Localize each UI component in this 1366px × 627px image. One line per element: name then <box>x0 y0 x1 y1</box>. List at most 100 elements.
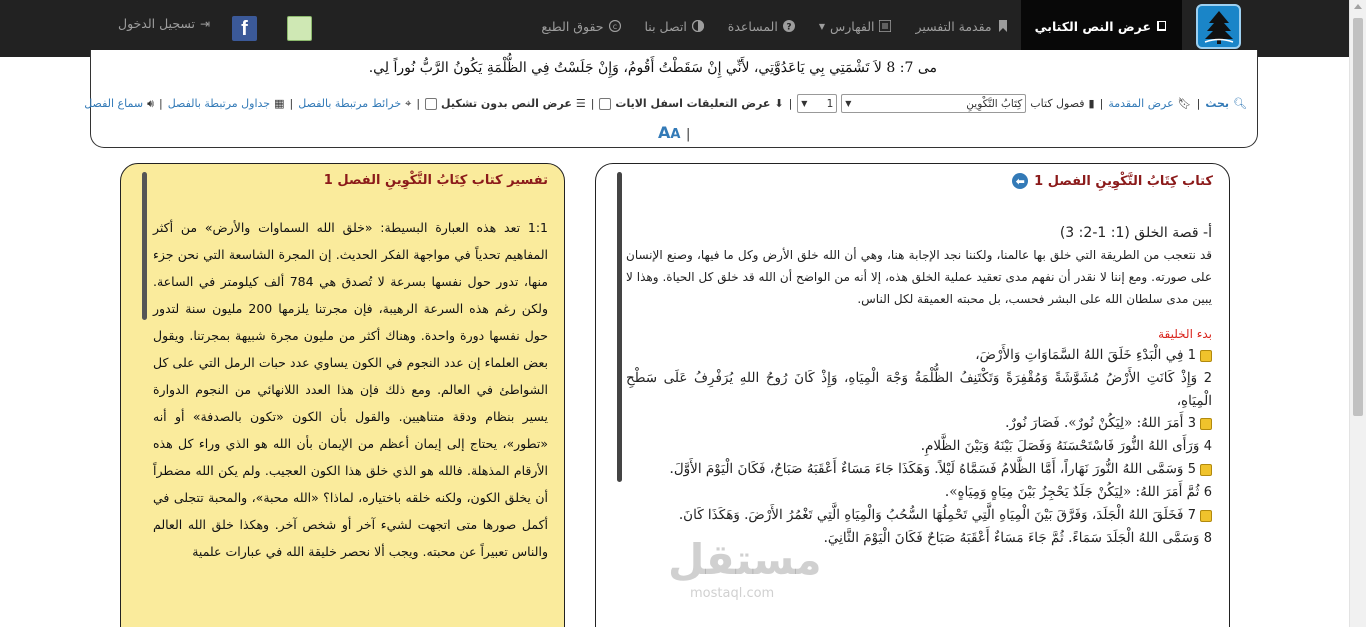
caret-down-icon: ▼ <box>818 21 825 31</box>
note-icon[interactable] <box>1200 417 1212 430</box>
chapter-title: كتاب كِتَابُ التَّكْوِينِ الفصل 1 ⬅ <box>1012 173 1213 189</box>
table-icon: ▦ <box>274 97 285 110</box>
note-icon[interactable] <box>1200 509 1212 522</box>
login-link[interactable]: ⇥ تسجيل الدخول <box>118 16 210 31</box>
verse: 6 ثُمَّ أَمَرَ اللهُ: «لِيَكُنْ جَلَدٌ ي… <box>626 481 1212 504</box>
verse-text: وَسَمَّى اللهُ النُّورَ نَهَاراً، أَمَّا… <box>669 461 1184 477</box>
verse-text: فَخَلَقَ اللهُ الْجَلَدَ، وَفَرَّقَ بَيْ… <box>678 507 1184 523</box>
download-icon: ⬇ <box>774 97 784 110</box>
book-select-value: كِتَابُ التَّكْوِينِ <box>966 97 1023 110</box>
no-tashkeel-checkbox[interactable] <box>425 97 438 110</box>
search-icon: 🔍︎ <box>1233 97 1247 110</box>
nav-indexes[interactable]: الفهارس ▼ <box>807 0 904 52</box>
verse-number: 8 <box>1203 531 1212 546</box>
verse: 5 وَسَمَّى اللهُ النُّورَ نَهَاراً، أَمَ… <box>626 458 1212 481</box>
app-store-icon[interactable] <box>287 16 312 41</box>
nav-label: المساعدة <box>727 18 778 34</box>
notes-checkbox[interactable] <box>599 97 612 110</box>
intro-link[interactable]: عرض المقدمة <box>1108 97 1173 110</box>
search-link[interactable]: بحث <box>1205 97 1229 110</box>
site-logo[interactable] <box>1196 4 1241 49</box>
sign-in-icon: ⇥ <box>200 16 211 31</box>
chevron-down-icon: ▼ <box>845 99 852 108</box>
facebook-letter: f <box>241 18 248 40</box>
chapter-select-value: 1 <box>826 97 834 110</box>
section-subtitle: بدء الخليقة <box>1158 327 1212 341</box>
verse: 7 فَخَلَقَ اللهُ الْجَلَدَ، وَفَرَّقَ بَ… <box>626 504 1212 527</box>
verse-number: 3 <box>1187 416 1196 431</box>
book-select[interactable]: كِتَابُ التَّكْوِينِ ▼ <box>841 94 1027 113</box>
watermark-url: mostaql.com <box>690 586 775 601</box>
chapters-label: فصول كتاب <box>1030 97 1085 110</box>
volume-icon: 🔊︎ <box>147 96 154 110</box>
panel-scroll-indicator[interactable] <box>142 172 147 320</box>
chapter-select[interactable]: 1 ▼ <box>797 94 838 113</box>
tables-link[interactable]: جداول مرتبطة بالفصل <box>168 97 270 110</box>
chapter-body: أ- قصة الخلق (1: 1-2: 3) قد نتعجب من الط… <box>626 222 1212 550</box>
font-size-small[interactable]: A <box>670 127 680 142</box>
verse-number: 5 <box>1187 462 1196 477</box>
verse-number: 6 <box>1203 485 1212 500</box>
commentary-panel: تفسير كتاب كِتَابُ التَّكْوِينِ الفصل 1 … <box>120 163 565 627</box>
svg-text:c: c <box>612 22 616 31</box>
copyright-icon: c <box>608 20 621 32</box>
bookmark-icon <box>998 20 1007 32</box>
verse-number: 1 <box>1187 348 1196 363</box>
verse-number: 4 <box>1203 439 1212 454</box>
nav-contact[interactable]: اتصل بنا <box>633 0 716 52</box>
scroll-up-icon[interactable] <box>1354 4 1362 9</box>
verse-of-day-panel: مى 7: 8 لاَ تَشْمَتِي بِي يَاعَدُوَّتِي،… <box>84 50 1258 148</box>
verse-of-day: مى 7: 8 لاَ تَشْمَتِي بِي يَاعَدُوَّتِي،… <box>368 60 937 76</box>
audio-link[interactable]: سماع الفصل <box>84 97 143 110</box>
nav-label: الفهارس <box>830 18 875 34</box>
verse: 3 أَمَرَ اللهُ: «لِيَكُنْ نُورٌ». فَصَار… <box>626 412 1212 435</box>
verse-number: 7 <box>1187 508 1196 523</box>
nav-intro[interactable]: مقدمة التفسير <box>903 0 1020 52</box>
panel-scroll-indicator[interactable] <box>617 172 622 482</box>
note-icon[interactable] <box>1200 463 1212 476</box>
tree-icon <box>1204 10 1233 44</box>
map-marker-icon: ⌖ <box>405 96 412 110</box>
top-navbar: عرض النص الكتابي مقدمة التفسير الفهارس ▼… <box>0 0 1366 57</box>
verse: 2 وَإِذْ كَانَتِ الأَرْضُ مُشَوَّشَةً وَ… <box>626 367 1212 412</box>
nav-label: عرض النص الكتابي <box>1034 18 1151 34</box>
question-icon: ? <box>782 20 795 32</box>
nav-bible-text[interactable]: عرض النص الكتابي <box>1020 0 1182 52</box>
menu-icon: ☰ <box>575 97 586 110</box>
verse-number: 2 <box>1203 371 1212 386</box>
page-scrollbar[interactable] <box>1349 0 1366 627</box>
book-icon <box>1157 21 1166 31</box>
chapter-title-text: كتاب كِتَابُ التَّكْوِينِ الفصل 1 <box>1034 173 1213 189</box>
chevron-down-icon: ▼ <box>801 99 808 108</box>
chapter-toolbar: 🔍︎ بحث | 🔖︎ عرض المقدمة | ▮ فصول كتاب كِ… <box>84 94 1247 113</box>
book-icon: ▮ <box>1088 97 1095 110</box>
verse-text: ثُمَّ أَمَرَ اللهُ: «لِيَكُنْ جَلَدٌ يَح… <box>944 484 1200 500</box>
no-tashkeel-label: عرض النص بدون تشكيل <box>441 97 572 110</box>
watermark-logo: مستقل <box>668 535 822 584</box>
contrast-icon <box>691 20 704 32</box>
verse-text: وَسَمَّى اللهُ الْجَلَدَ سَمَاءً. ثُمَّ … <box>823 530 1200 546</box>
verse-text: وَإِذْ كَانَتِ الأَرْضُ مُشَوَّشَةً وَمُ… <box>626 370 1212 409</box>
verse: 1 فِي الْبَدْءِ خَلَقَ اللهُ السَّمَاوَا… <box>626 344 1212 367</box>
scrollbar-thumb[interactable] <box>1353 18 1363 416</box>
note-icon[interactable] <box>1200 349 1212 362</box>
verse: 4 وَرَأَى اللهُ النُّورَ فَاسْتَحْسَنَهُ… <box>626 435 1212 458</box>
verse-text: أَمَرَ اللهُ: «لِيَكُنْ نُورٌ». فَصَارَ … <box>1005 415 1184 431</box>
maps-link[interactable]: خرائط مرتبطة بالفصل <box>298 97 401 110</box>
list-icon <box>879 20 892 32</box>
nav-help[interactable]: ? المساعدة <box>716 0 807 52</box>
arrow-left-icon[interactable]: ⬅ <box>1012 173 1029 189</box>
font-size-large[interactable]: A <box>658 123 670 142</box>
nav-label: مقدمة التفسير <box>915 18 992 34</box>
nav-label: اتصل بنا <box>644 18 687 34</box>
nav-copyright[interactable]: c حقوق الطبع <box>529 0 632 52</box>
section-intro: قد نتعجب من الطريقة التي خلق بها عالمنا،… <box>626 248 1212 306</box>
verse-text: وَرَأَى اللهُ النُّورَ فَاسْتَحْسَنَهُ و… <box>920 438 1200 454</box>
notes-label: عرض التعليقات اسفل الايات <box>615 97 771 110</box>
verse-text: فِي الْبَدْءِ خَلَقَ اللهُ السَّمَاوَاتِ… <box>975 347 1184 363</box>
commentary-body: 1:1 تعد هذه العبارة البسيطة: «خلق الله ا… <box>153 220 548 559</box>
facebook-icon[interactable]: f <box>232 16 257 41</box>
nav-menu: عرض النص الكتابي مقدمة التفسير الفهارس ▼… <box>529 0 1182 52</box>
section-title: أ- قصة الخلق (1: 1-2: 3) <box>1059 225 1212 241</box>
nav-label: حقوق الطبع <box>541 18 604 34</box>
